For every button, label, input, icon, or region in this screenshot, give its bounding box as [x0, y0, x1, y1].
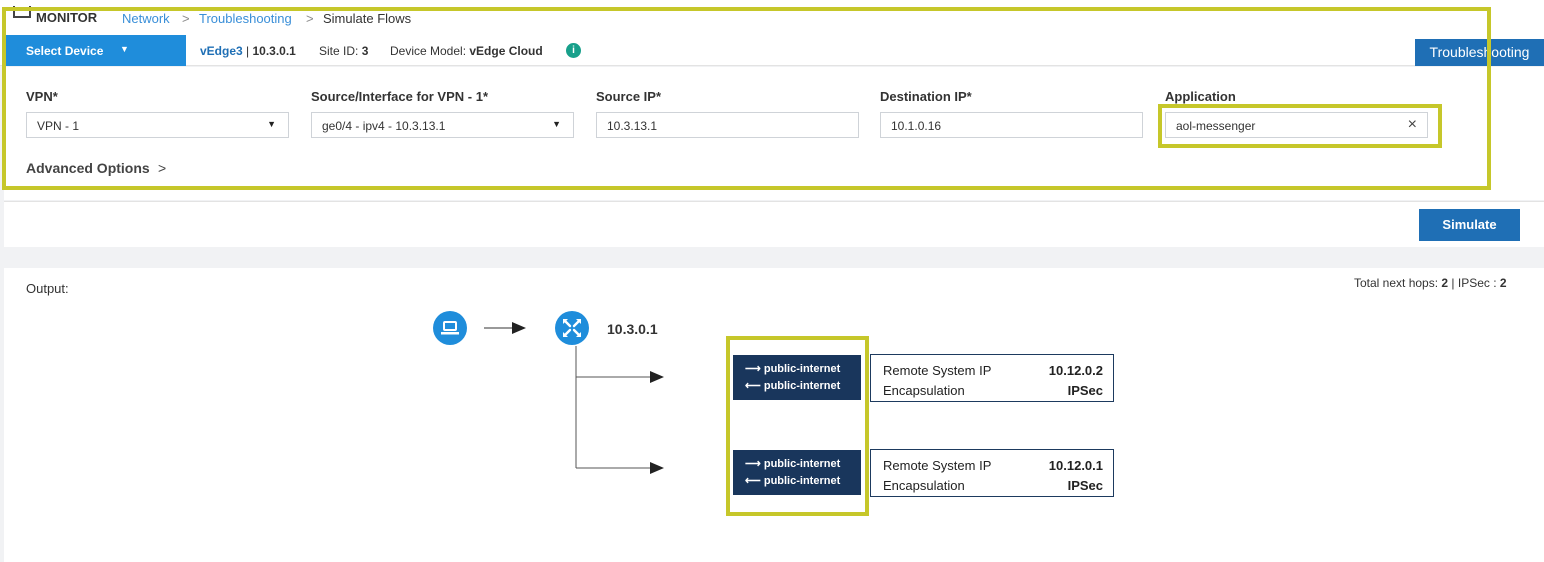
highlight-box-tunnels — [726, 336, 869, 516]
encapsulation-label: Encapsulation — [883, 383, 965, 398]
router-icon[interactable] — [555, 311, 589, 345]
router-ip: 10.3.0.1 — [607, 321, 658, 337]
encapsulation-value: IPSec — [1067, 478, 1103, 493]
remote-ip-label: Remote System IP — [883, 363, 992, 378]
remote-system-box[interactable]: Remote System IP 10.12.0.1 Encapsulation… — [870, 449, 1114, 497]
remote-system-box[interactable]: Remote System IP 10.12.0.2 Encapsulation… — [870, 354, 1114, 402]
encapsulation-value: IPSec — [1067, 383, 1103, 398]
remote-ip-value: 10.12.0.1 — [1048, 458, 1103, 473]
remote-ip-label: Remote System IP — [883, 458, 992, 473]
highlight-box-form — [2, 7, 1491, 190]
remote-ip-value: 10.12.0.2 — [1048, 363, 1103, 378]
highlight-box-application — [1158, 104, 1442, 148]
encapsulation-label: Encapsulation — [883, 478, 965, 493]
laptop-icon[interactable] — [433, 311, 467, 345]
